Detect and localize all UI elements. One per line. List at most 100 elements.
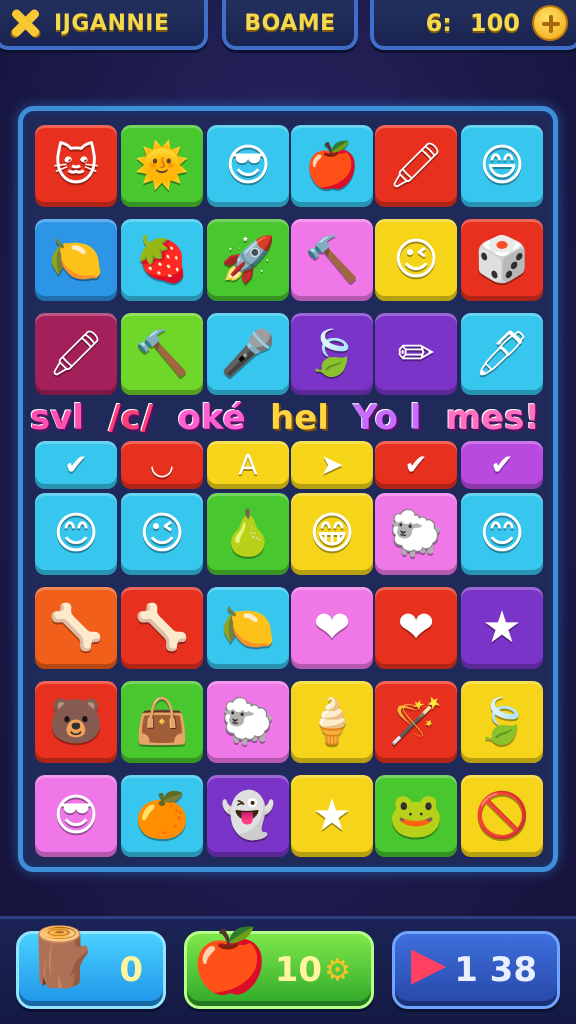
board-tile[interactable]: 😎 xyxy=(207,125,289,207)
board-tile[interactable]: 🐑 xyxy=(375,493,457,575)
board-tile[interactable]: 🐻 xyxy=(35,681,117,763)
dice-icon: 🎲 xyxy=(474,234,530,285)
board-tile[interactable]: 🍎 xyxy=(291,125,373,207)
board-tile[interactable]: 😉 xyxy=(121,493,203,575)
board-tile[interactable]: ✔ xyxy=(375,441,457,489)
score-label: 6: xyxy=(425,9,452,37)
board-tile[interactable]: 🍊 xyxy=(121,775,203,857)
board-tile[interactable]: 😉 xyxy=(375,219,457,301)
cat-sunglasses-icon: 😎 xyxy=(53,790,99,841)
marker-icon: 🖍 xyxy=(48,328,104,379)
leaf-icon: 🍃 xyxy=(304,328,360,379)
apple-button[interactable]: 🍎 10 ⚙ xyxy=(184,930,374,1009)
board-tile[interactable]: A xyxy=(207,441,289,489)
board-tile[interactable]: 🔨 xyxy=(121,313,203,395)
score-value: 100 xyxy=(469,9,520,37)
popsicle-icon: 🍦 xyxy=(304,696,360,747)
board-tile[interactable]: 🍃 xyxy=(461,681,543,763)
sheep-face-icon: 🐑 xyxy=(220,696,276,747)
board-tile[interactable]: 🖍 xyxy=(35,313,117,395)
board-tile[interactable]: 🐱 xyxy=(35,125,117,207)
board-tile[interactable]: 🐸 xyxy=(375,775,457,857)
board-tile[interactable]: ❤ xyxy=(291,587,373,669)
checkmark-icon: ✔ xyxy=(404,448,428,481)
board-tile[interactable]: 🪄 xyxy=(375,681,457,763)
bone-icon: 🦴 xyxy=(134,602,190,653)
wand-icon: 🪄 xyxy=(388,696,444,747)
bone-icon: 🦴 xyxy=(48,602,104,653)
add-coins-icon[interactable] xyxy=(532,5,568,41)
apple-count: 10 xyxy=(274,950,323,990)
play-count: 1 38 xyxy=(454,950,537,990)
booster-count: 0 xyxy=(119,950,143,990)
board-tile[interactable]: ✏ xyxy=(375,313,457,395)
board-tile[interactable]: 🍓 xyxy=(121,219,203,301)
board-tile[interactable]: ✔ xyxy=(461,441,543,489)
board-tile[interactable]: 😊 xyxy=(461,493,543,575)
board-tile[interactable]: 😁 xyxy=(291,493,373,575)
star-icon: ★ xyxy=(482,602,522,653)
score-pill: 6: 100 xyxy=(370,0,576,50)
board-tile[interactable]: 🎲 xyxy=(461,219,543,301)
checkmark-green-icon: ✔ xyxy=(490,448,514,481)
board-tile[interactable]: 🎤 xyxy=(207,313,289,395)
sun-face-icon: 🌞 xyxy=(134,140,190,191)
happy-face-icon: 😊 xyxy=(479,508,525,559)
letter-a-icon: A xyxy=(238,448,258,481)
wink-face-icon: 😉 xyxy=(139,508,185,559)
board-tile[interactable]: ➤ xyxy=(291,441,373,489)
board-tile[interactable]: 🖍 xyxy=(375,125,457,207)
mode-label: BOAME xyxy=(244,10,336,36)
title-label: IJGANNIE xyxy=(54,10,170,36)
pear-icon: 🍐 xyxy=(220,508,276,559)
board-tile[interactable]: 🦴 xyxy=(121,587,203,669)
no-sign-icon: 🚫 xyxy=(474,790,530,841)
lemon-icon: 🍋 xyxy=(220,602,276,653)
board-tile[interactable]: 👻 xyxy=(207,775,289,857)
hammer-icon: 🔨 xyxy=(134,328,190,379)
strawberry-icon: 🍓 xyxy=(134,234,190,285)
title-pill[interactable]: IJGANNIE xyxy=(0,0,208,50)
sheep-face-icon: 🐑 xyxy=(388,508,444,559)
heart-icon: ❤ xyxy=(313,602,351,653)
heart-icon: ❤ xyxy=(397,602,435,653)
board-tile[interactable]: ★ xyxy=(461,587,543,669)
mode-pill[interactable]: BOAME xyxy=(222,0,358,50)
microphone-icon: 🎤 xyxy=(220,328,276,379)
board-tile[interactable]: ✔ xyxy=(35,441,117,489)
board-tile[interactable]: 🖊 xyxy=(461,313,543,395)
board-tile[interactable]: 🌞 xyxy=(121,125,203,207)
board-tile[interactable]: 😎 xyxy=(35,775,117,857)
board-tile[interactable]: 🐑 xyxy=(207,681,289,763)
board-tile[interactable]: 🦴 xyxy=(35,587,117,669)
board-tile[interactable]: 🚀 xyxy=(207,219,289,301)
leaf-icon: 🍃 xyxy=(474,696,530,747)
wink-face-icon: 😉 xyxy=(393,234,439,285)
play-button[interactable]: ▶ 1 38 xyxy=(392,931,560,1009)
board-tile[interactable]: 🍐 xyxy=(207,493,289,575)
game-board: 🐱 🌞 😎 🍎 🖍 😄 🍋 🍓 🚀 🔨 😉 🎲 🖍 🔨 🎤 🍃 ✏ 🖊 ✔ ◡ A ➤ ✔ ✔ 😊 😉 🍐 😁 🐑 😊 🦴 🦴 🍋 ❤ ❤ ★ 🐻 👜 🐑 🍦… xyxy=(18,106,558,872)
board-tile[interactable]: 😄 xyxy=(461,125,543,207)
board-tile[interactable]: 🍦 xyxy=(291,681,373,763)
board-tile[interactable]: 👜 xyxy=(121,681,203,763)
apple-icon: 🍎 xyxy=(304,140,360,191)
smiling-face-icon: 😄 xyxy=(479,140,525,191)
board-tile[interactable]: 😊 xyxy=(35,493,117,575)
close-icon[interactable] xyxy=(8,6,42,40)
board-tile[interactable]: ★ xyxy=(291,775,373,857)
orange-face-icon: 😊 xyxy=(53,508,99,559)
board-tile[interactable]: 🔨 xyxy=(291,219,373,301)
booster-button[interactable]: 🪵 0 xyxy=(16,928,166,1009)
pen-icon: 🖊 xyxy=(474,328,530,379)
board-tile[interactable]: ❤ xyxy=(375,587,457,669)
grin-face-icon: 😁 xyxy=(309,508,355,559)
board-tile[interactable]: ◡ xyxy=(121,441,203,489)
board-tile[interactable]: 🍋 xyxy=(35,219,117,301)
fruit-icon: 🍋 xyxy=(48,234,104,285)
brush-icon: 🔨 xyxy=(304,234,360,285)
arrow-icon: ➤ xyxy=(320,448,344,481)
cool-sun-icon: 😎 xyxy=(225,140,271,191)
board-tile[interactable]: 🍋 xyxy=(207,587,289,669)
board-tile[interactable]: 🚫 xyxy=(461,775,543,857)
board-tile[interactable]: 🍃 xyxy=(291,313,373,395)
